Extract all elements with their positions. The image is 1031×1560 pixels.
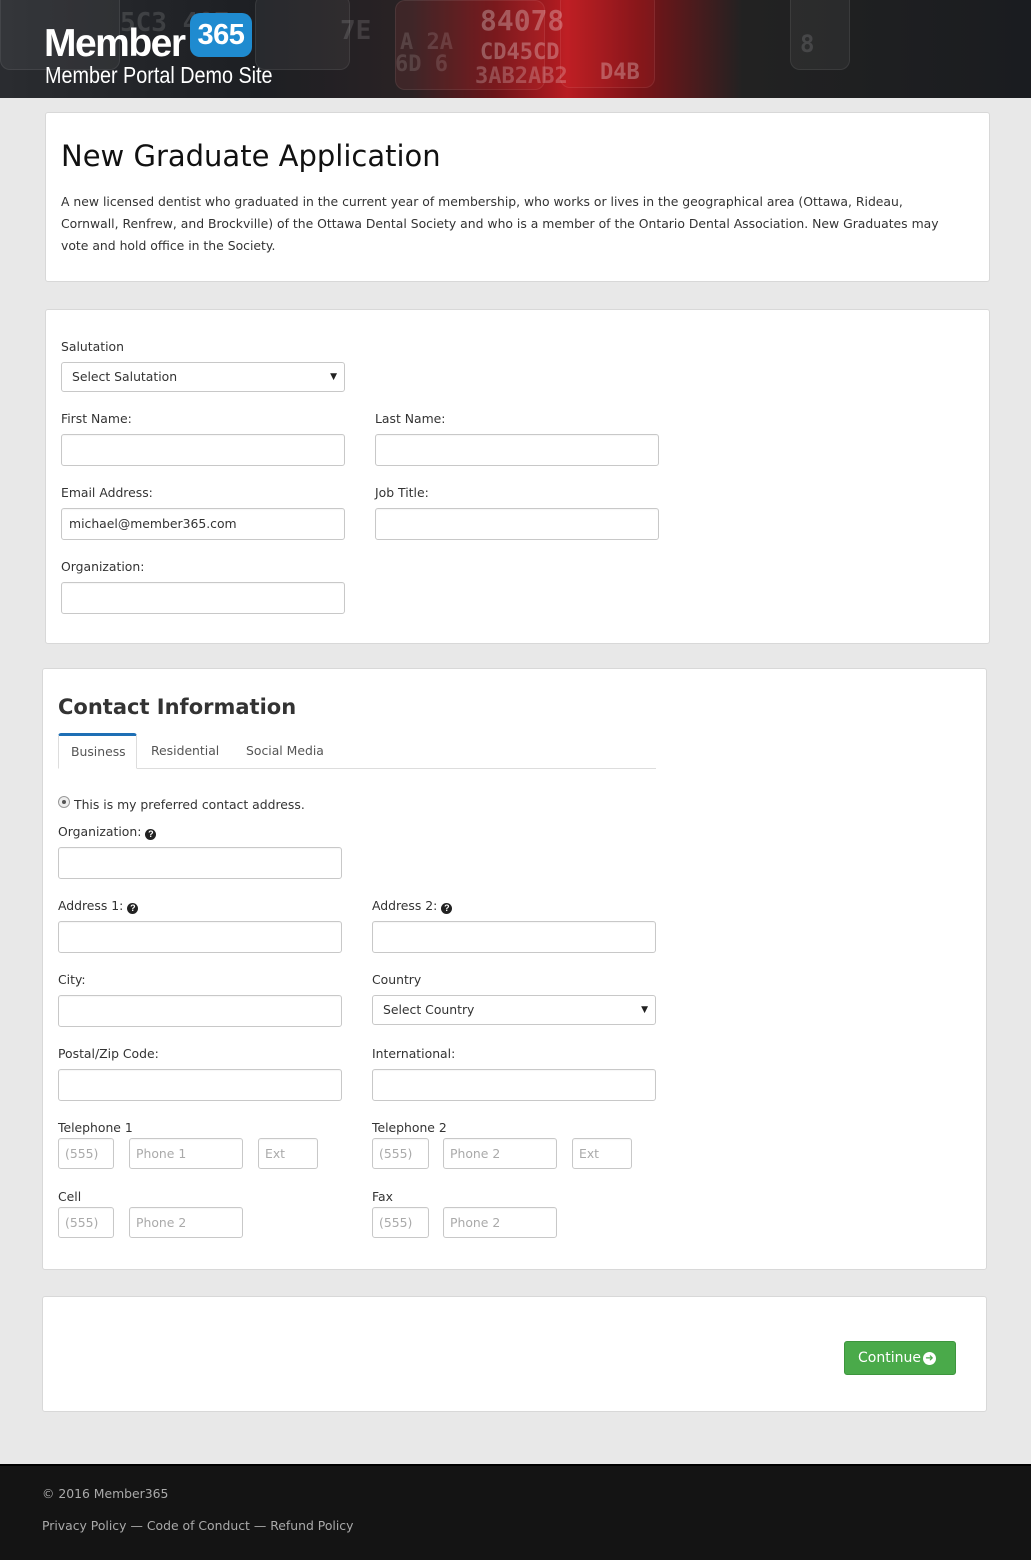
preferred-contact-radio[interactable] [58, 796, 70, 808]
intro-description: A new licensed dentist who graduated in … [61, 194, 939, 253]
tab-social-media[interactable]: Social Media [234, 733, 336, 769]
footer-separator: — [253, 1518, 267, 1533]
international-input[interactable] [372, 1069, 656, 1101]
banner-decoration: 7E [340, 16, 372, 46]
banner-decoration [790, 0, 850, 70]
telephone1-area-input[interactable]: (555) [58, 1138, 114, 1169]
cell-area-input[interactable]: (555) [58, 1207, 114, 1238]
telephone2-area-input[interactable]: (555) [372, 1138, 429, 1169]
question-circle-icon[interactable]: ? [127, 903, 139, 914]
footer-copyright: © 2016 Member365 [42, 1486, 169, 1501]
contact-organization-label: Organization:? [58, 824, 157, 840]
banner-decoration: 3AB2AB2 [475, 64, 568, 89]
header-banner: 5C3 407 7E A 2A CD45CD 3AB2AB2 84078 D4B… [0, 0, 1031, 98]
personal-info-panel: Salutation Select Salutation ▼ First Nam… [45, 309, 990, 644]
postal-code-label: Postal/Zip Code: [58, 1046, 159, 1061]
job-title-label: Job Title: [375, 485, 429, 500]
tab-business[interactable]: Business [58, 733, 137, 769]
address2-label: Address 2:? [372, 898, 453, 914]
fax-number-input[interactable]: Phone 2 [443, 1207, 557, 1238]
continue-button[interactable]: Continue ➜ [844, 1341, 956, 1375]
caret-down-icon: ▼ [330, 372, 337, 382]
fax-area-input[interactable]: (555) [372, 1207, 429, 1238]
refund-policy-link[interactable]: Refund Policy [270, 1518, 353, 1533]
privacy-policy-link[interactable]: Privacy Policy [42, 1518, 126, 1533]
contact-info-panel: Contact Information Business Residential… [42, 668, 987, 1270]
page-title: New Graduate Application [61, 139, 441, 173]
telephone1-ext-input[interactable]: Ext [258, 1138, 318, 1169]
cell-label: Cell [58, 1189, 82, 1204]
country-selected-value: Select Country [383, 1002, 475, 1017]
organization-input[interactable] [61, 582, 345, 614]
banner-decoration: 8 [800, 30, 815, 58]
city-input[interactable] [58, 995, 342, 1027]
arrow-circle-right-icon: ➜ [923, 1352, 936, 1365]
first-name-input[interactable] [61, 434, 345, 466]
contact-tabs: Business Residential Social Media [58, 733, 656, 769]
international-label: International: [372, 1046, 456, 1061]
caret-down-icon: ▼ [641, 1005, 648, 1015]
country-label: Country [372, 972, 422, 987]
last-name-input[interactable] [375, 434, 659, 466]
logo-badge: 365 [190, 13, 252, 57]
footer-separator: — [130, 1518, 143, 1533]
intro-panel: New Graduate Application A new licensed … [45, 112, 990, 282]
cell-number-input[interactable]: Phone 2 [129, 1207, 243, 1238]
email-input[interactable]: michael@member365.com [61, 508, 345, 540]
question-circle-icon[interactable]: ? [145, 829, 157, 840]
question-circle-icon[interactable]: ? [441, 903, 453, 914]
salutation-selected-value: Select Salutation [72, 369, 178, 384]
banner-decoration: 84078 [480, 4, 565, 37]
city-label: City: [58, 972, 86, 987]
telephone2-ext-input[interactable]: Ext [572, 1138, 632, 1169]
footer-links: Privacy Policy — Code of Conduct — Refund Po… [42, 1518, 353, 1534]
fax-label: Fax [372, 1189, 393, 1204]
salutation-label: Salutation [61, 339, 124, 354]
tab-residential[interactable]: Residential [139, 733, 231, 769]
telephone1-label: Telephone 1 [58, 1120, 133, 1135]
actions-panel: Continue ➜ [42, 1296, 987, 1412]
country-select[interactable]: Select Country ▼ [372, 995, 656, 1025]
telephone2-number-input[interactable]: Phone 2 [443, 1138, 557, 1169]
address1-input[interactable] [58, 921, 342, 953]
banner-decoration: CD45CD [480, 40, 560, 65]
code-of-conduct-link[interactable]: Code of Conduct [147, 1518, 250, 1533]
address2-input[interactable] [372, 921, 656, 953]
address1-label: Address 1:? [58, 898, 139, 914]
postal-code-input[interactable] [58, 1069, 342, 1101]
organization-label: Organization: [61, 559, 145, 574]
first-name-label: First Name: [61, 411, 132, 426]
job-title-input[interactable] [375, 508, 659, 540]
continue-button-label: Continue [858, 1350, 921, 1366]
preferred-contact-label: This is my preferred contact address. [74, 797, 305, 812]
contact-section-title: Contact Information [58, 695, 297, 719]
address1-label-text: Address 1: [58, 898, 124, 913]
telephone1-number-input[interactable]: Phone 1 [129, 1138, 243, 1169]
telephone2-label: Telephone 2 [372, 1120, 447, 1135]
email-label: Email Address: [61, 485, 153, 500]
footer: © 2016 Member365 Privacy Policy — Code of … [0, 1464, 1031, 1560]
salutation-select[interactable]: Select Salutation ▼ [61, 362, 345, 392]
last-name-label: Last Name: [375, 411, 446, 426]
address2-label-text: Address 2: [372, 898, 438, 913]
banner-decoration: D4B [600, 60, 640, 85]
contact-organization-input[interactable] [58, 847, 342, 879]
banner-decoration: 6D 6 [395, 52, 448, 77]
site-subtitle: Member Portal Demo Site [45, 62, 273, 88]
contact-organization-label-text: Organization: [58, 824, 142, 839]
